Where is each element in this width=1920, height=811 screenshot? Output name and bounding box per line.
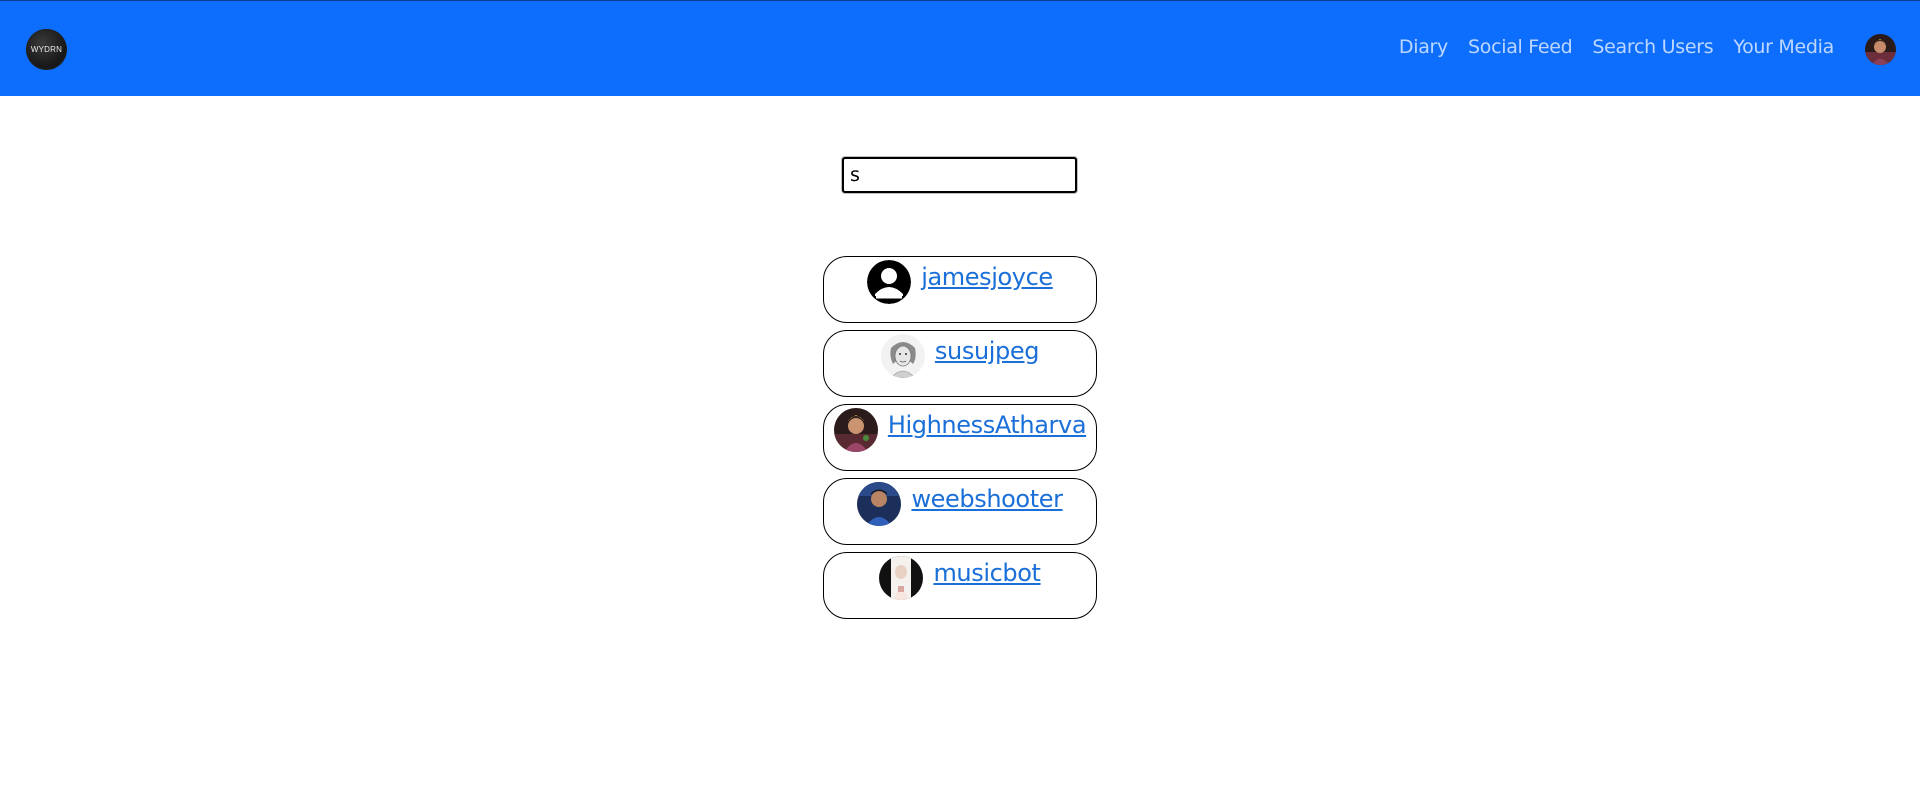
photo-portrait-avatar <box>833 408 878 452</box>
search-users-input[interactable] <box>842 157 1077 193</box>
site-logo[interactable]: WYDRN <box>26 29 67 70</box>
search-area <box>842 157 1077 193</box>
nav-link-diary[interactable]: Diary <box>1389 35 1458 59</box>
user-link-jamesjoyce[interactable]: jamesjoyce <box>921 263 1053 291</box>
nav-link-search-users[interactable]: Search Users <box>1582 35 1723 59</box>
user-result-card: susujpeg <box>823 330 1097 397</box>
user-link-weebshooter[interactable]: weebshooter <box>911 485 1063 513</box>
user-result-card: musicbot <box>823 552 1097 619</box>
profile-avatar-image <box>1865 34 1896 65</box>
nav-link-your-media[interactable]: Your Media <box>1723 35 1844 59</box>
nav-links: Diary Social Feed Search Users Your Medi… <box>1389 35 1844 59</box>
top-navbar: WYDRN Diary Social Feed Search Users You… <box>0 0 1920 96</box>
profile-avatar[interactable] <box>1865 34 1896 65</box>
user-link-highnessatharva[interactable]: HighnessAtharva <box>888 411 1087 439</box>
photo-portrait-avatar <box>857 482 902 526</box>
user-result-card: HighnessAtharva <box>823 404 1097 471</box>
user-result-card: weebshooter <box>823 478 1097 545</box>
photo-portrait-avatar <box>879 556 924 600</box>
user-result-card: jamesjoyce <box>823 256 1097 323</box>
user-link-susujpeg[interactable]: susujpeg <box>935 337 1040 365</box>
search-results-list: jamesjoyce susujpeg HighnessAtharva weeb… <box>823 256 1097 626</box>
user-link-musicbot[interactable]: musicbot <box>933 559 1040 587</box>
sketch-portrait-avatar <box>880 334 925 378</box>
nav-link-social-feed[interactable]: Social Feed <box>1458 35 1582 59</box>
default-user-icon <box>867 260 912 304</box>
